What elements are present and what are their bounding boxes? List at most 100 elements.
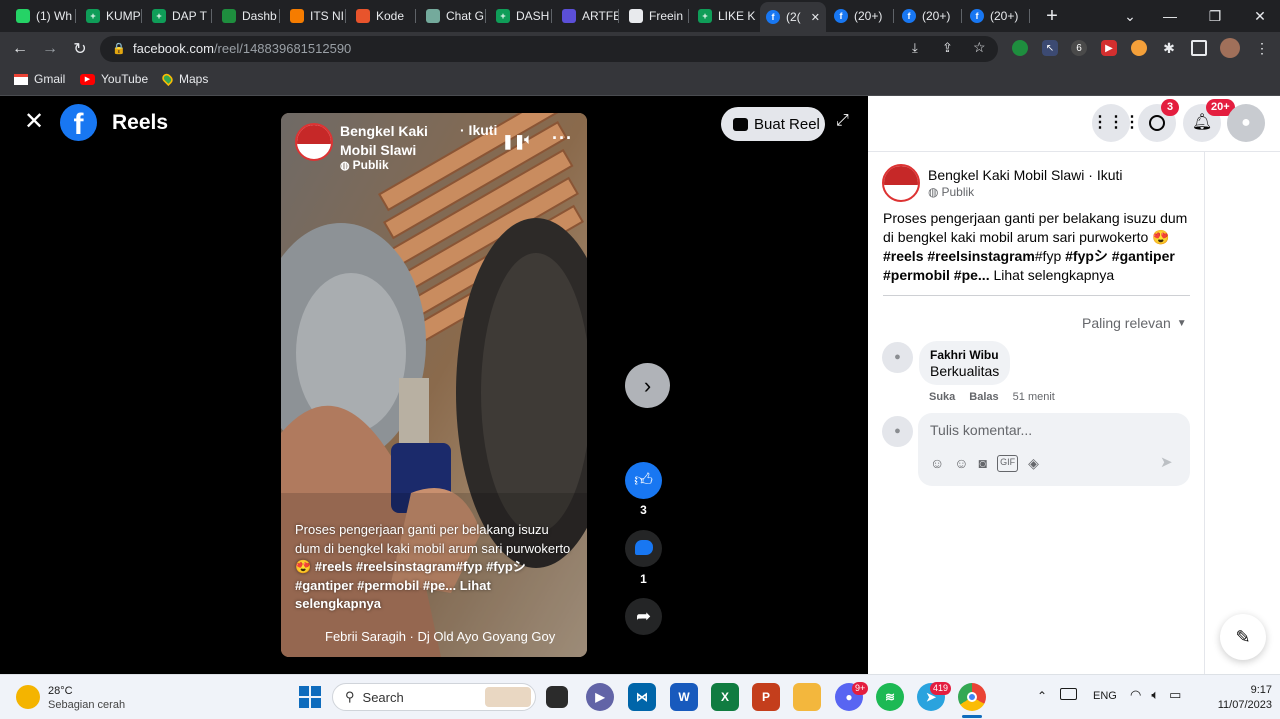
post-author-avatar[interactable] [882, 164, 920, 202]
sticker-icon[interactable]: ◈ [1028, 455, 1039, 472]
system-tray[interactable]: ◠ 🔈︎ ▭ [1130, 687, 1181, 703]
restore-button[interactable]: ❐ [1195, 0, 1235, 32]
camera-icon[interactable]: ◙ [979, 455, 987, 472]
bookmark-star-icon[interactable]: ☆ [973, 39, 986, 56]
teams-icon[interactable]: ▶ [586, 683, 614, 711]
browser-tab[interactable]: + DAP T [146, 4, 212, 28]
spotify-icon[interactable]: ≋ [876, 683, 904, 711]
chrome-menu-icon[interactable]: ⋮ [1254, 40, 1270, 56]
browser-tab[interactable]: + LIKE K [692, 4, 756, 28]
reel-video[interactable]: Bengkel Kaki Mobil Slawi · Ikuti ◍ Publi… [281, 113, 587, 657]
create-reel-button[interactable]: Buat Reel [721, 107, 825, 141]
browser-tab[interactable]: f (20+) [896, 4, 962, 28]
profile-avatar[interactable] [1220, 38, 1240, 58]
post-hashtags-b[interactable]: #fyp [1035, 248, 1065, 264]
menu-grid-icon[interactable]: ⋮⋮⋮ [1092, 104, 1140, 142]
mute-icon[interactable]: 🔈︎ [524, 131, 533, 148]
share-icon[interactable]: ⇪ [942, 40, 953, 56]
powerpoint-icon[interactable]: P [752, 683, 780, 711]
extension-cursor-icon[interactable]: ↖ [1042, 40, 1058, 56]
language-indicator[interactable]: ENG [1093, 690, 1117, 702]
weather-icon[interactable] [16, 685, 40, 709]
close-tab-icon[interactable]: ✕ [811, 11, 820, 24]
forward-button[interactable]: → [38, 37, 62, 61]
browser-tab[interactable]: ARTFE [556, 4, 619, 28]
my-avatar[interactable]: ● [882, 416, 913, 447]
lock-icon[interactable]: 🔒 [112, 42, 126, 55]
like-button[interactable]: 👍︎ [625, 462, 662, 499]
browser-tab[interactable]: Dashb [216, 4, 280, 28]
show-hidden-icons[interactable]: ⌃ [1037, 689, 1047, 703]
chrome-taskbar-icon[interactable] [958, 683, 986, 711]
bookmark-gmail[interactable]: Gmail [14, 72, 65, 86]
clock[interactable]: 9:17 11/07/2023 [1208, 683, 1272, 713]
minimize-button[interactable]: — [1150, 0, 1190, 32]
weather-widget[interactable]: 28°C Sebagian cerah [48, 684, 125, 712]
browser-tab[interactable]: + DASH [490, 4, 552, 28]
bookmark-youtube[interactable]: ▶ YouTube [80, 72, 148, 86]
browser-tab[interactable]: + KUMP [80, 4, 142, 28]
avatar-sticker-icon[interactable]: ☺ [930, 455, 944, 472]
comment-composer[interactable]: Tulis komentar... ☺ ☺ ◙ GIF ◈ ➤ [918, 413, 1190, 486]
excel-icon[interactable]: X [711, 683, 739, 711]
post-follow-link[interactable]: · Ikuti [1088, 167, 1122, 183]
author-name[interactable]: Bengkel Kaki Mobil Slawi [340, 122, 428, 160]
comment-like-link[interactable]: Suka [929, 391, 955, 403]
pause-icon[interactable]: ❚❚ [502, 133, 525, 150]
address-bar[interactable]: 🔒 facebook.com/reel/148839681512590 ⤓ ⇪ … [100, 36, 998, 62]
new-message-button[interactable]: ✎ [1220, 614, 1266, 660]
close-reel-button[interactable]: ✕ [22, 110, 46, 134]
extension-vpn-icon[interactable] [1012, 40, 1028, 56]
next-reel-button[interactable]: › [625, 363, 670, 408]
caption-hashtags[interactable]: #reels #reelsinstagram#fyp #fypシ #gantip… [295, 559, 526, 593]
comment-sort-dropdown[interactable]: Paling relevan ▼ [1082, 315, 1187, 331]
comment-button[interactable] [625, 530, 662, 567]
caret-down-icon: ▼ [1176, 317, 1187, 329]
browser-tab[interactable]: Kode [350, 4, 416, 28]
comment-input[interactable]: Tulis komentar... [930, 422, 1032, 438]
post-hashtags-a[interactable]: #reels #reelsinstagram [883, 248, 1035, 264]
send-icon[interactable]: ➤ [1160, 453, 1173, 471]
back-button[interactable]: ← [8, 37, 32, 61]
close-window-button[interactable]: ✕ [1240, 0, 1280, 32]
word-icon[interactable]: W [670, 683, 698, 711]
comment-author[interactable]: Fakhri Wibu [930, 348, 999, 362]
share-button[interactable]: ➦ [625, 598, 662, 635]
reload-button[interactable]: ↻ [68, 37, 92, 61]
extensions-puzzle-icon[interactable]: ✱ [1161, 40, 1177, 56]
browser-tab[interactable]: f (20+) [828, 4, 894, 28]
browser-tab[interactable]: ITS NI [284, 4, 346, 28]
start-button[interactable] [296, 683, 324, 711]
bookmark-maps[interactable]: Maps [160, 71, 208, 87]
comment-reply-link[interactable]: Balas [969, 391, 998, 403]
side-panel-icon[interactable] [1191, 40, 1207, 56]
taskbar-search[interactable]: ⚲ Search [332, 683, 536, 711]
author-avatar[interactable] [295, 123, 333, 161]
browser-tab[interactable]: Chat G [420, 4, 486, 28]
facebook-logo-icon[interactable]: f [60, 104, 97, 141]
post-author-name[interactable]: Bengkel Kaki Mobil Slawi [928, 167, 1084, 183]
browser-tab[interactable]: f (20+) [964, 4, 1030, 28]
tab-search-icon[interactable]: ⌄ [1110, 0, 1150, 32]
gif-icon[interactable]: GIF [997, 455, 1019, 472]
post-see-more-link[interactable]: Lihat selengkapnya [993, 267, 1114, 283]
browser-tab[interactable]: Freein [623, 4, 689, 28]
install-icon[interactable]: ⤓ [912, 40, 918, 56]
music-credit[interactable]: Febrii Saragih · Dj Old Ayo Goyang Goy [325, 629, 555, 644]
file-explorer-icon[interactable] [793, 683, 821, 711]
keyboard-icon[interactable] [1060, 688, 1077, 700]
extension-face-icon[interactable] [1131, 40, 1147, 56]
extension-six-icon[interactable]: 6 [1071, 40, 1087, 56]
more-options-icon[interactable]: ··· [552, 128, 573, 149]
browser-tab[interactable]: f (2(✕ [760, 2, 826, 32]
fullscreen-icon[interactable]: ⤢ [836, 112, 849, 130]
account-avatar[interactable]: ● [1227, 104, 1265, 142]
new-tab-button[interactable]: + [1040, 4, 1064, 28]
vscode-icon[interactable]: ⋈ [628, 683, 656, 711]
task-view-icon[interactable] [546, 686, 568, 708]
browser-tab[interactable]: (1) Wh [10, 4, 76, 28]
commenter-avatar[interactable]: ● [882, 342, 913, 373]
follow-link[interactable]: · Ikuti [460, 122, 497, 138]
emoji-icon[interactable]: ☺ [954, 455, 968, 472]
extension-video-icon[interactable]: ▶ [1101, 40, 1117, 56]
